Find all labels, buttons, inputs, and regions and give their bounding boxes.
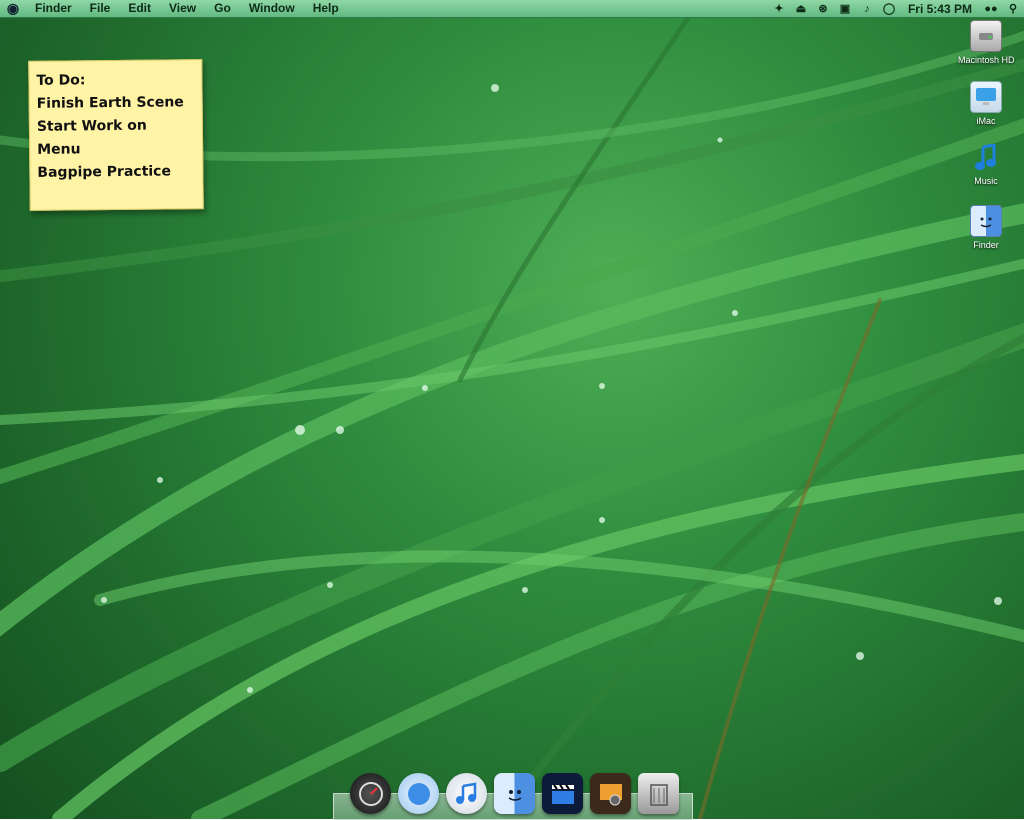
sticky-line: Menu (37, 141, 81, 158)
desktop-icon-label: Macintosh HD (958, 55, 1015, 65)
menu-finder[interactable]: Finder (26, 0, 81, 17)
desktop-icon-finder[interactable]: Finder (958, 205, 1014, 250)
sticky-line: Finish Earth Scene (36, 94, 184, 112)
eject-icon[interactable]: ⏏ (790, 0, 812, 17)
sticky-line: Start Work on (36, 117, 147, 135)
desktop-icon-music[interactable]: Music (958, 143, 1014, 186)
safari-icon[interactable] (398, 773, 439, 814)
script-icon[interactable]: ✦ (768, 0, 790, 17)
music-note-icon (971, 143, 1001, 173)
trash-icon[interactable] (638, 773, 679, 814)
dashboard-icon[interactable] (350, 773, 391, 814)
menu-bar: ◉ Finder File Edit View Go Window Help ✦… (0, 0, 1024, 18)
spotlight-icon[interactable]: ⚲ (1002, 0, 1024, 17)
desktop-icon-imac[interactable]: iMac (958, 81, 1014, 126)
sticky-line: Bagpipe Practice (37, 163, 172, 181)
bluetooth-icon[interactable]: ⊛ (812, 0, 834, 17)
sticky-note[interactable]: To Do: Finish Earth Scene Start Work on … (28, 59, 204, 211)
menu-window[interactable]: Window (240, 0, 304, 17)
users-icon[interactable]: ●● (980, 0, 1002, 17)
menu-view[interactable]: View (160, 0, 205, 17)
desktop-icon-label: Finder (973, 240, 999, 250)
menu-edit[interactable]: Edit (119, 0, 160, 17)
hard-drive-icon (970, 20, 1002, 52)
itunes-icon[interactable] (446, 773, 487, 814)
ichat-icon[interactable]: ◯ (878, 0, 900, 17)
finder-dock-icon[interactable] (494, 773, 535, 814)
finder-icon (970, 205, 1002, 237)
menu-clock[interactable]: Fri 5:43 PM (900, 2, 980, 16)
volume-icon[interactable]: ♪ (856, 0, 878, 17)
display-icon[interactable]: ▣ (834, 0, 856, 17)
iphoto-icon[interactable] (590, 773, 631, 814)
menu-help[interactable]: Help (304, 0, 348, 17)
sticky-line: To Do: (36, 72, 86, 89)
menu-file[interactable]: File (81, 0, 120, 17)
imovie-icon[interactable] (542, 773, 583, 814)
imac-icon (970, 81, 1002, 113)
desktop-icon-label: iMac (976, 116, 996, 126)
dock-items (350, 773, 680, 819)
menu-go[interactable]: Go (205, 0, 240, 17)
apple-menu-icon[interactable]: ◉ (0, 0, 26, 17)
desktop-icon-label: Music (974, 176, 998, 186)
desktop-icon-macintosh-hd[interactable]: Macintosh HD (958, 20, 1015, 65)
